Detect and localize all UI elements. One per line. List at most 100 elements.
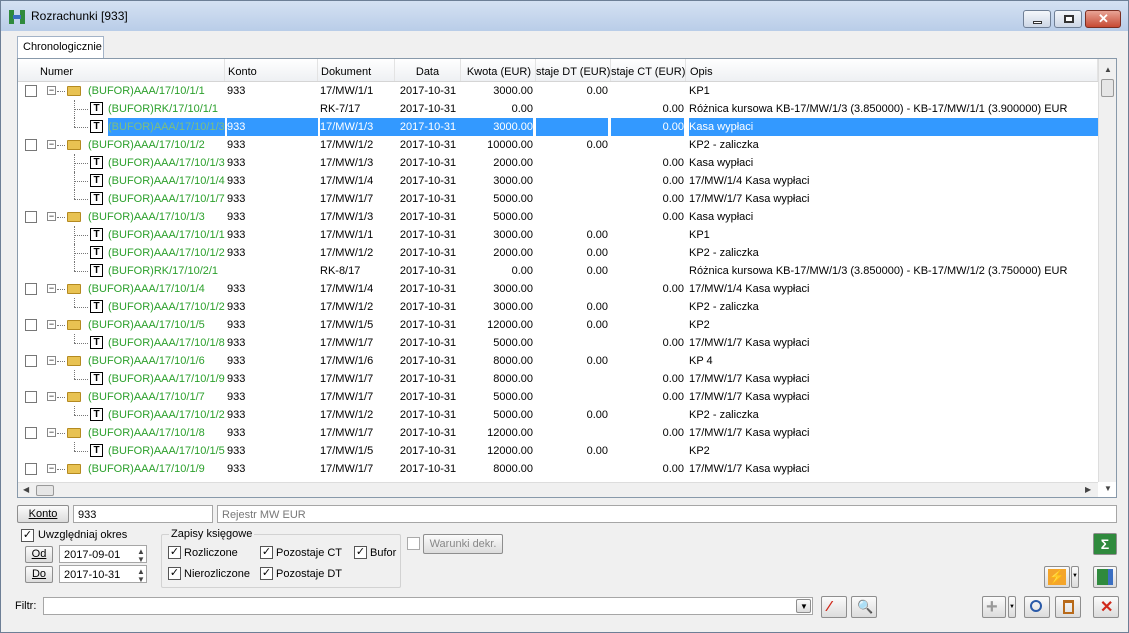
od-date-input[interactable]: 2017-09-01: [59, 545, 147, 563]
row-checkbox[interactable]: [25, 139, 37, 151]
add-button[interactable]: +: [982, 596, 1006, 618]
table-row[interactable]: T (BUFOR)RK/17/10/1/1 RK-7/17 2017-10-31 0.0…: [18, 100, 1098, 118]
collapse-icon[interactable]: −: [47, 356, 56, 365]
settle-icon: [1097, 569, 1113, 585]
nierozliczone-checkbox[interactable]: ✓: [168, 567, 181, 580]
table-row[interactable]: T (BUFOR)AAA/17/10/1/7 933 17/MW/1/7 2017-10…: [18, 190, 1098, 208]
col-numer[interactable]: Numer: [18, 59, 225, 81]
do-spin-down-icon[interactable]: ▼: [137, 575, 145, 584]
table-row[interactable]: T (BUFOR)AAA/17/10/1/9 933 17/MW/1/7 2017-10…: [18, 370, 1098, 388]
bufor-checkbox[interactable]: ✓: [354, 546, 367, 559]
col-kwota[interactable]: Kwota (EUR): [461, 59, 536, 81]
collapse-icon[interactable]: −: [47, 212, 56, 221]
table-row[interactable]: − (BUFOR)AAA/17/10/1/2 933 17/MW/1/2 2017-10…: [18, 136, 1098, 154]
col-dokument[interactable]: Dokument: [318, 59, 395, 81]
table-row[interactable]: T (BUFOR)RK/17/10/2/1 RK-8/17 2017-10-31 0.0…: [18, 262, 1098, 280]
col-pozostaje-dt[interactable]: staje DT (EUR): [536, 59, 611, 81]
table-row[interactable]: T (BUFOR)AAA/17/10/1/3 933 17/MW/1/3 2017-10…: [18, 154, 1098, 172]
warunki-dekr-button[interactable]: Warunki dekr.: [423, 534, 503, 554]
sum-button[interactable]: Σ: [1093, 533, 1117, 555]
kwota-cell: 5000.00: [493, 337, 533, 349]
horizontal-scrollbar[interactable]: ◀ ▶: [18, 482, 1098, 497]
table-row[interactable]: − (BUFOR)AAA/17/10/1/8 933 17/MW/1/7 2017-10…: [18, 424, 1098, 442]
collapse-icon[interactable]: −: [47, 392, 56, 401]
row-checkbox[interactable]: [25, 463, 37, 475]
uwzgledniaj-okres-checkbox[interactable]: ✓: [21, 529, 34, 542]
table-row[interactable]: − (BUFOR)AAA/17/10/1/7 933 17/MW/1/7 2017-10…: [18, 388, 1098, 406]
row-checkbox[interactable]: [25, 391, 37, 403]
opis-cell: Różnica kursowa KB-17/MW/1/3 (3.850000) …: [689, 265, 1068, 277]
col-opis[interactable]: Opis: [686, 59, 1098, 81]
col-data[interactable]: Data: [395, 59, 461, 81]
warunki-dekr-checkbox[interactable]: [407, 537, 420, 550]
do-date-input[interactable]: 2017-10-31: [59, 565, 147, 583]
do-button[interactable]: Do: [25, 566, 53, 583]
filtr-dropdown[interactable]: ▼: [796, 599, 811, 613]
pozostaje-dt-cell: [536, 100, 608, 118]
collapse-icon[interactable]: −: [47, 86, 56, 95]
delete-button[interactable]: [1055, 596, 1081, 618]
konto-input[interactable]: 933: [73, 505, 213, 523]
row-checkbox[interactable]: [25, 355, 37, 367]
scroll-up-icon[interactable]: ▲: [1104, 65, 1112, 74]
collapse-icon[interactable]: −: [47, 428, 56, 437]
vertical-scrollbar[interactable]: ▲ ▼: [1098, 59, 1116, 493]
konto-cell: 933: [227, 427, 246, 439]
tree-line: [57, 325, 65, 326]
filter-builder-button[interactable]: 🔍: [851, 596, 877, 618]
close-window-button[interactable]: ✕: [1085, 10, 1121, 28]
maximize-icon: [1064, 15, 1074, 23]
data-cell: 2017-10-31: [399, 337, 457, 349]
table-row[interactable]: T (BUFOR)AAA/17/10/1/2 933 17/MW/1/2 2017-10…: [18, 406, 1098, 424]
row-checkbox[interactable]: [25, 283, 37, 295]
collapse-icon[interactable]: −: [47, 464, 56, 473]
od-button[interactable]: Od: [25, 546, 53, 563]
clear-filter-button[interactable]: ⁄: [821, 596, 847, 618]
table-row[interactable]: − (BUFOR)AAA/17/10/1/1 933 17/MW/1/1 2017-10…: [18, 82, 1098, 100]
table-row[interactable]: T (BUFOR)AAA/17/10/1/5 933 17/MW/1/5 2017-10…: [18, 442, 1098, 460]
pozostaje-dt-checkbox[interactable]: ✓: [260, 567, 273, 580]
auto-settle-dropdown[interactable]: ▼: [1071, 566, 1079, 588]
row-checkbox[interactable]: [25, 85, 37, 97]
add-dropdown[interactable]: ▼: [1008, 596, 1016, 618]
close-button[interactable]: ✕: [1093, 596, 1119, 618]
row-checkbox[interactable]: [25, 211, 37, 223]
table-row[interactable]: T (BUFOR)AAA/17/10/1/2 933 17/MW/1/2 2017-10…: [18, 298, 1098, 316]
tree-line: [74, 298, 75, 307]
od-spin-down-icon[interactable]: ▼: [137, 555, 145, 564]
table-row[interactable]: T (BUFOR)AAA/17/10/1/1 933 17/MW/1/1 2017-10…: [18, 226, 1098, 244]
table-row[interactable]: T (BUFOR)AAA/17/10/1/3 933 17/MW/1/3 2017-10…: [18, 118, 1098, 136]
maximize-button[interactable]: [1054, 10, 1082, 28]
minimize-button[interactable]: [1023, 10, 1051, 28]
table-row[interactable]: − (BUFOR)AAA/17/10/1/9 933 17/MW/1/7 2017-10…: [18, 460, 1098, 478]
konto-cell: [227, 262, 318, 280]
table-row[interactable]: − (BUFOR)AAA/17/10/1/3 933 17/MW/1/3 2017-10…: [18, 208, 1098, 226]
table-row[interactable]: − (BUFOR)AAA/17/10/1/5 933 17/MW/1/5 2017-10…: [18, 316, 1098, 334]
row-checkbox[interactable]: [25, 319, 37, 331]
title-bar[interactable]: Rozrachunki [933] ✕: [1, 1, 1128, 31]
view-button[interactable]: [1024, 596, 1050, 618]
scroll-left-icon[interactable]: ◀: [23, 485, 29, 494]
scroll-right-icon[interactable]: ▶: [1085, 485, 1091, 494]
table-row[interactable]: − (BUFOR)AAA/17/10/1/4 933 17/MW/1/4 2017-10…: [18, 280, 1098, 298]
table-row[interactable]: T (BUFOR)AAA/17/10/1/8 933 17/MW/1/7 2017-10…: [18, 334, 1098, 352]
filtr-input[interactable]: [43, 597, 813, 615]
table-row[interactable]: T (BUFOR)AAA/17/10/1/2 933 17/MW/1/2 2017-10…: [18, 244, 1098, 262]
horizontal-scroll-thumb[interactable]: [36, 485, 54, 496]
table-row[interactable]: − (BUFOR)AAA/17/10/1/6 933 17/MW/1/6 2017-10…: [18, 352, 1098, 370]
auto-settle-button[interactable]: ⚡: [1044, 566, 1070, 588]
table-row[interactable]: T (BUFOR)AAA/17/10/1/4 933 17/MW/1/4 2017-10…: [18, 172, 1098, 190]
scroll-down-icon[interactable]: ▼: [1104, 484, 1112, 493]
collapse-icon[interactable]: −: [47, 140, 56, 149]
vertical-scroll-thumb[interactable]: [1101, 79, 1114, 97]
collapse-icon[interactable]: −: [47, 284, 56, 293]
collapse-icon[interactable]: −: [47, 320, 56, 329]
rozliczone-checkbox[interactable]: ✓: [168, 546, 181, 559]
col-pozostaje-ct[interactable]: staje CT (EUR): [611, 59, 686, 81]
row-checkbox[interactable]: [25, 427, 37, 439]
pozostaje-ct-checkbox[interactable]: ✓: [260, 546, 273, 559]
settle-button[interactable]: [1093, 566, 1117, 588]
col-konto[interactable]: Konto: [225, 59, 318, 81]
konto-button[interactable]: Konto: [17, 505, 69, 523]
tab-chronologicznie[interactable]: Chronologicznie: [17, 36, 104, 58]
